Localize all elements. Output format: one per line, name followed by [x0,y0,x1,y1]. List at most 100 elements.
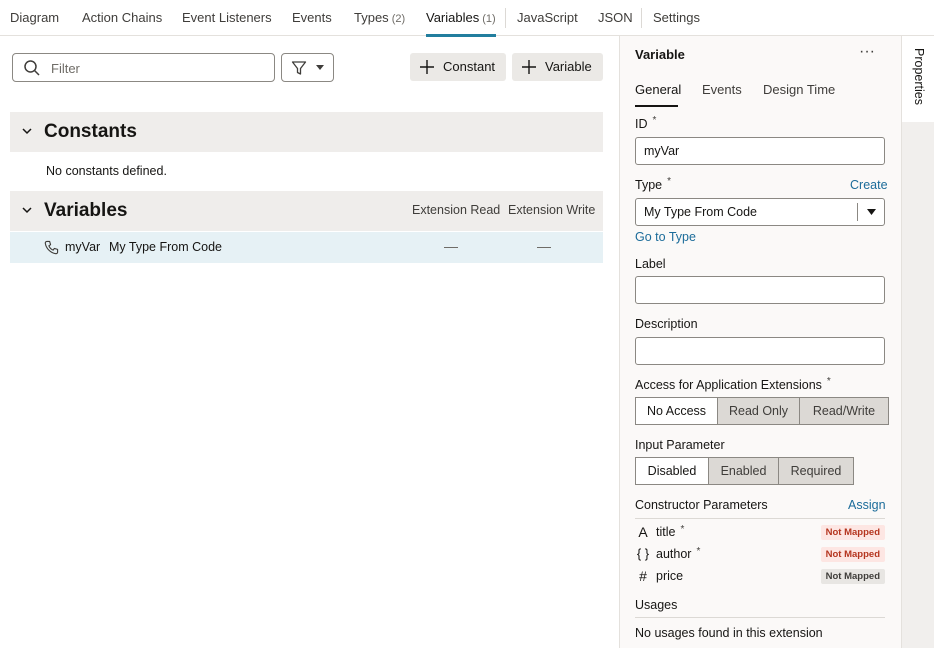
tab-count: (1) [482,13,496,25]
input-parameter-label: Input Parameter [635,438,725,452]
param-name: author [656,547,692,561]
plus-icon [420,60,434,74]
access-option-read-only[interactable]: Read Only [717,397,800,425]
phone-icon [44,240,59,255]
label-text: Access for Application Extensions [635,378,822,392]
table-row[interactable]: myVar My Type From Code [10,232,603,263]
section-title: Variables [44,200,128,221]
label-text: Type [635,178,663,192]
required-marker: * [696,546,701,557]
extension-read-value [444,247,458,248]
constants-section-header[interactable]: Constants [10,112,603,152]
top-tab-bar: Diagram Action Chains Event Listeners Ev… [0,0,934,37]
tab-label: Action Chains [82,10,163,25]
tab-design-time[interactable]: Design Time [763,82,835,97]
variables-section-header[interactable]: Variables Extension Read Extension Write [10,191,603,231]
button-label: Variable [545,59,592,74]
tab-events-panel[interactable]: Events [702,82,742,97]
properties-side-tab[interactable]: Properties [901,36,934,122]
access-option-no-access[interactable]: No Access [635,397,718,425]
divider [635,518,885,519]
column-header-extension-read: Extension Read [412,203,501,217]
label-field-label: Label [635,257,666,271]
access-option-read-write[interactable]: Read/Write [799,397,889,425]
input-parameter-segmented-control: Disabled Enabled Required [635,457,854,485]
tab-label: Variables [426,10,480,25]
id-input[interactable] [635,137,885,165]
access-segmented-control: No Access Read Only Read/Write [635,397,889,425]
active-tab-indicator [635,105,678,107]
type-label: Type * [635,176,672,192]
required-marker: * [667,176,672,187]
tab-action-chains[interactable]: Action Chains [82,0,162,36]
type-select-value: My Type From Code [644,205,758,219]
tab-divider [641,8,642,28]
constants-empty-message: No constants defined. [46,164,167,178]
required-marker: * [652,115,657,126]
chevron-down-icon[interactable] [21,125,33,137]
tab-events[interactable]: Events [292,0,332,36]
tab-json[interactable]: JSON [598,0,633,36]
caret-down-icon [316,65,324,70]
param-name: title [656,525,676,539]
caret-down-icon [867,209,876,215]
tab-event-listeners[interactable]: Event Listeners [182,0,272,36]
param-name: price [656,569,684,583]
tab-settings[interactable]: Settings [653,0,700,36]
type-select[interactable]: My Type From Code [635,198,885,226]
column-header-extension-write: Extension Write [508,203,596,217]
create-type-link[interactable]: Create [850,178,888,192]
string-type-icon: A [638,524,648,540]
divider [635,617,885,618]
funnel-icon [291,61,307,75]
variable-name: myVar [65,240,101,254]
input-option-enabled[interactable]: Enabled [708,457,779,485]
search-icon [24,60,40,76]
variable-type: My Type From Code [109,240,223,254]
label-input[interactable] [635,276,885,304]
plus-icon [522,60,536,74]
usages-label: Usages [635,598,678,612]
constructor-param-row[interactable]: A title * Not Mapped [635,523,885,543]
tab-javascript[interactable]: JavaScript [517,0,578,36]
usages-message: No usages found in this extension [635,626,823,640]
filter-field[interactable] [12,53,275,82]
status-badge: Not Mapped [820,569,885,584]
tab-label: JSON [598,10,633,25]
description-input[interactable] [635,337,885,365]
tab-diagram[interactable]: Diagram [10,0,59,36]
assign-link[interactable]: Assign [848,498,886,512]
constructor-param-row[interactable]: # price Not Mapped [635,567,885,587]
input-option-required[interactable]: Required [778,457,854,485]
tab-label: Events [292,10,332,25]
filter-menu-button[interactable] [281,53,334,82]
status-badge: Not Mapped [820,525,885,540]
required-marker: * [826,376,831,387]
constructor-param-row[interactable]: { } author * Not Mapped [635,545,885,565]
tab-count: (2) [391,13,406,25]
chevron-down-icon[interactable] [21,204,33,216]
number-type-icon: # [639,568,647,584]
more-options-icon[interactable]: ··· [858,44,876,63]
input-option-disabled[interactable]: Disabled [635,457,709,485]
access-label: Access for Application Extensions * [635,376,831,392]
panel-title: Variable [635,47,685,62]
id-label: ID * [635,115,657,131]
side-tab-label: Properties [912,48,926,105]
add-constant-button[interactable]: Constant [410,53,506,81]
label-text: ID [635,117,648,131]
button-label: Constant [443,59,496,74]
filter-input[interactable] [51,58,266,78]
tab-general[interactable]: General [635,82,681,97]
side-tab-strip: Properties [901,36,934,648]
extension-write-value [537,247,551,248]
object-type-icon: { } [636,546,650,561]
tab-variables[interactable]: Variables (1) [426,0,496,37]
tab-label: Event Listeners [182,10,272,25]
add-variable-button[interactable]: Variable [512,53,603,81]
description-label: Description [635,317,698,331]
tab-types[interactable]: Types (2) [354,0,405,36]
tab-label: Types [354,10,389,25]
select-divider [857,203,858,221]
go-to-type-link[interactable]: Go to Type [635,230,696,244]
